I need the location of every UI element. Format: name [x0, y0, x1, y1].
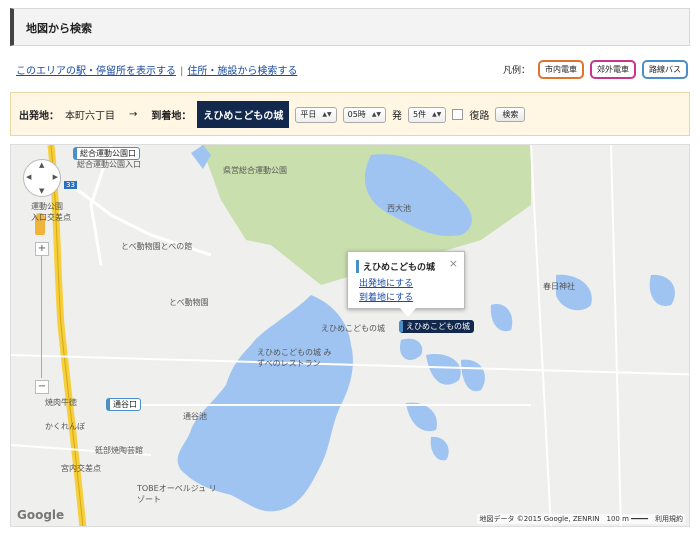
- legend-suburban-train: 郊外電車: [590, 60, 636, 79]
- map-label: 西大池: [387, 204, 411, 213]
- day-select-value: 平日: [300, 110, 317, 119]
- depart-suffix: 発: [392, 111, 403, 122]
- set-origin-link[interactable]: 出発地にする: [359, 276, 413, 289]
- map-label: とべ動物園: [169, 298, 209, 307]
- zoom-control: + −: [35, 242, 49, 394]
- map-label: 春日神社: [543, 282, 575, 291]
- route-number-badge: 33: [64, 181, 77, 189]
- bus-stop-tsuutani-guchi[interactable]: 通谷口: [106, 398, 141, 411]
- pan-left-icon[interactable]: ◀: [26, 173, 31, 181]
- map-label: 砥部焼陶芸館: [95, 446, 143, 455]
- count-select-value: 5件: [413, 110, 427, 119]
- legend-label: 凡例：: [502, 66, 530, 76]
- map-links: このエリアの駅・停留所を表示する | 住所・施設から検索する: [16, 62, 297, 77]
- hour-select[interactable]: 05時 ▲▼: [342, 106, 387, 123]
- map-label: 県営総合運動公園: [223, 166, 287, 175]
- bus-stop-ehime-kodomo-no-shiro[interactable]: えひめこどもの城: [399, 320, 474, 333]
- origin-label: 出発地：: [19, 111, 59, 122]
- map-label: 焼肉牛徳: [45, 398, 77, 407]
- google-logo: Google: [17, 508, 65, 522]
- set-destination-link[interactable]: 到着地にする: [359, 290, 413, 303]
- map-label: かくれんぼ: [45, 422, 85, 431]
- legend-bus: 路線バス: [642, 60, 688, 79]
- close-icon[interactable]: ×: [449, 257, 458, 270]
- map-label: TOBEオーベルジュ リゾート: [137, 484, 217, 504]
- pan-up-icon[interactable]: ▲: [39, 161, 44, 169]
- roundtrip-checkbox[interactable]: [452, 109, 464, 120]
- zoom-slider-track[interactable]: [41, 256, 42, 378]
- arrow-icon: →: [129, 109, 138, 120]
- address-search-link[interactable]: 住所・施設から検索する: [187, 66, 297, 77]
- pan-control[interactable]: ▲ ▼ ◀ ▶: [23, 159, 61, 197]
- destination-value: えひめこどもの城: [197, 101, 290, 128]
- chevron-down-icon: ▲▼: [432, 111, 442, 118]
- destination-label: 到着地：: [151, 111, 192, 122]
- origin-value: 本町六丁目: [65, 111, 115, 122]
- zoom-in-button[interactable]: +: [35, 242, 49, 256]
- zoom-out-button[interactable]: −: [35, 380, 49, 394]
- route-search-bar: 出発地： 本町六丁目 → 到着地： えひめこどもの城 平日 ▲▼ 05時 ▲▼ 発 …: [10, 92, 690, 136]
- count-select[interactable]: 5件 ▲▼: [408, 106, 447, 123]
- roundtrip-label: 復路: [469, 111, 490, 122]
- info-popup: えひめこどもの城 × 出発地にする 到着地にする: [347, 251, 465, 317]
- search-button[interactable]: 検索: [495, 107, 526, 122]
- chevron-down-icon: ▲▼: [371, 111, 382, 118]
- chevron-down-icon: ▲▼: [322, 111, 332, 118]
- page-header: 地図から検索: [10, 8, 690, 46]
- link-separator: |: [180, 66, 184, 77]
- hour-select-value: 05時: [347, 110, 366, 119]
- map-label: 通谷池: [183, 412, 207, 421]
- map-label: 運動公園 入口交差点: [31, 202, 71, 222]
- map-canvas: [11, 145, 689, 526]
- map-attribution[interactable]: 地図データ ©2015 Google, ZENRIN 100 m ━━━━ 利用…: [477, 514, 685, 524]
- day-select[interactable]: 平日 ▲▼: [295, 106, 337, 123]
- map-label: 総合運動公園入口: [77, 160, 141, 169]
- page-title: 地図から検索: [26, 22, 92, 35]
- legend-city-tram: 市内電車: [538, 60, 584, 79]
- map-view[interactable]: ▲ ▼ ◀ ▶ + − 総合運動公園口 えひめこどもの城 通谷口 33 総合運動…: [10, 144, 690, 527]
- show-stations-link[interactable]: このエリアの駅・停留所を表示する: [16, 66, 176, 77]
- map-label: とべ動物園とべの館: [121, 242, 193, 251]
- pan-right-icon[interactable]: ▶: [53, 173, 58, 181]
- pan-down-icon[interactable]: ▼: [39, 187, 44, 195]
- map-label: 宮内交差点: [61, 464, 101, 473]
- legend: 凡例： 市内電車 郊外電車 路線バス: [503, 60, 688, 79]
- popup-title: えひめこどもの城: [356, 260, 435, 273]
- map-label: えひめこどもの城: [321, 324, 385, 333]
- map-label: えひめこどもの城 みずべのレストラン: [257, 348, 332, 368]
